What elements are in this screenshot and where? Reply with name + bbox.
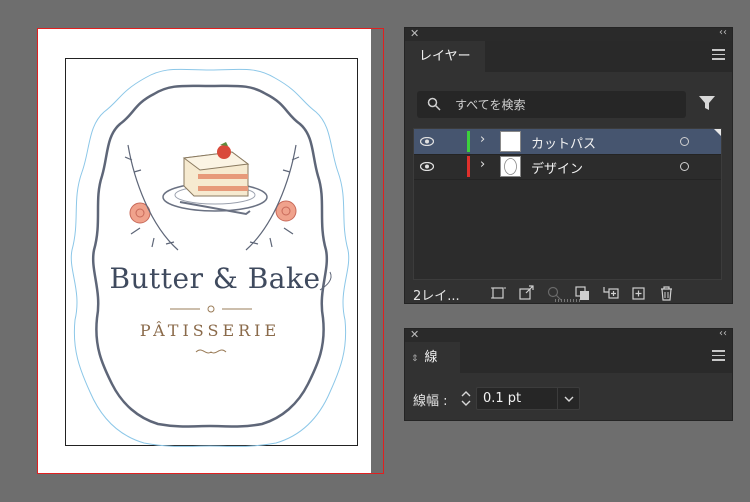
layer-color-bar [467, 156, 470, 177]
collapse-icon[interactable]: ‹‹ [719, 328, 727, 339]
target-circle-icon[interactable] [680, 137, 689, 146]
layer-row-design[interactable]: › デザイン [414, 154, 721, 180]
stroke-width-label: 線幅 : [413, 394, 448, 409]
tab-layers[interactable]: レイヤー [405, 41, 485, 72]
layer-name[interactable]: カットパス [531, 133, 596, 152]
layer-color-bar [467, 131, 470, 152]
label-border [91, 84, 329, 428]
chevron-right-icon[interactable]: › [480, 157, 485, 172]
brand-title: Butter & Bake [109, 262, 321, 295]
layer-list: › カットパス › デザイン [413, 128, 722, 280]
stepper-icon[interactable] [457, 387, 475, 410]
chevron-right-icon[interactable]: › [480, 132, 485, 147]
search-placeholder: すべてを検索 [455, 98, 526, 112]
new-sublayer-icon[interactable] [602, 285, 619, 301]
collapse-icon[interactable]: ‹‹ [719, 27, 727, 38]
tab-options-icon: ⇕ [411, 354, 419, 364]
panel-titlebar[interactable]: ✕ ‹‹ [405, 328, 732, 342]
close-icon[interactable]: ✕ [410, 27, 419, 40]
brand-subtitle: PÂTISSERIE [139, 321, 281, 340]
stroke-width-field[interactable]: 0.1 pt [476, 387, 580, 410]
layers-tabbar: レイヤー [405, 41, 732, 72]
export-icon[interactable] [518, 285, 535, 301]
panel-menu-icon[interactable] [712, 350, 725, 364]
eye-icon[interactable] [420, 162, 434, 171]
layer-search-input[interactable]: すべてを検索 [417, 91, 686, 118]
layer-name[interactable]: デザイン [531, 158, 583, 177]
stroke-panel: ✕ ‹‹ ⇕ 線 線幅 : 0.1 pt [404, 328, 733, 421]
layer-count: 2レイ... [413, 289, 460, 304]
selection-indicator [714, 129, 721, 136]
layers-panel: ✕ ‹‹ レイヤー すべてを検索 › カットパス › デザイン 2レイ... [404, 27, 733, 304]
stroke-width-value[interactable]: 0.1 pt [483, 391, 521, 406]
close-icon[interactable]: ✕ [410, 328, 419, 341]
panel-menu-icon[interactable] [712, 49, 725, 63]
target-circle-icon[interactable] [680, 162, 689, 171]
search-icon [427, 97, 441, 111]
tab-stroke-label: 線 [424, 350, 438, 365]
layer-thumbnail [500, 131, 521, 152]
delete-layer-icon[interactable] [658, 285, 675, 301]
layer-thumbnail [500, 156, 521, 177]
strawberry [217, 145, 231, 159]
tab-stroke[interactable]: ⇕ 線 [405, 342, 460, 373]
filter-icon[interactable] [698, 94, 716, 112]
panel-resize-grip[interactable] [555, 299, 581, 302]
panel-titlebar[interactable]: ✕ ‹‹ [405, 27, 732, 41]
dropdown-chevron-icon[interactable] [557, 388, 580, 409]
stroke-tabbar: ⇕ 線 [405, 342, 732, 373]
rose-right [275, 200, 297, 222]
layer-row-cutpath[interactable]: › カットパス [414, 129, 721, 155]
new-layer-icon[interactable] [630, 285, 647, 301]
collect-for-export-icon[interactable] [490, 285, 507, 301]
eye-icon[interactable] [420, 137, 434, 146]
